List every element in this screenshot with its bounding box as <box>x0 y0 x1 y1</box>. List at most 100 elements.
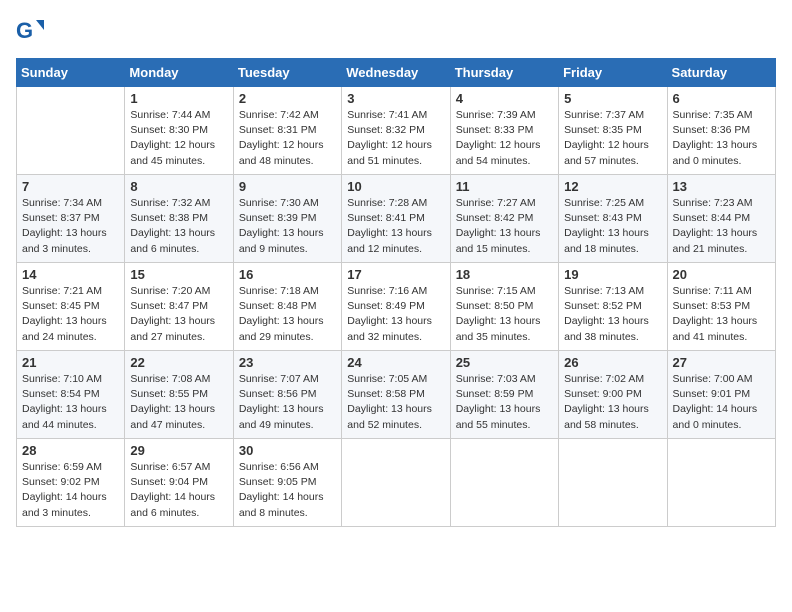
calendar-day-cell: 12 Sunrise: 7:25 AMSunset: 8:43 PMDayligh… <box>559 175 667 263</box>
day-info: Sunrise: 7:20 AMSunset: 8:47 PMDaylight:… <box>130 284 227 345</box>
day-number: 3 <box>347 91 444 106</box>
day-number: 16 <box>239 267 336 282</box>
calendar-day-cell: 13 Sunrise: 7:23 AMSunset: 8:44 PMDayligh… <box>667 175 775 263</box>
calendar-day-cell: 29 Sunrise: 6:57 AMSunset: 9:04 PMDayligh… <box>125 439 233 527</box>
calendar-day-cell <box>342 439 450 527</box>
day-number: 1 <box>130 91 227 106</box>
day-info: Sunrise: 7:11 AMSunset: 8:53 PMDaylight:… <box>673 284 770 345</box>
day-number: 12 <box>564 179 661 194</box>
calendar-day-cell: 30 Sunrise: 6:56 AMSunset: 9:05 PMDayligh… <box>233 439 341 527</box>
calendar-day-cell: 9 Sunrise: 7:30 AMSunset: 8:39 PMDaylight… <box>233 175 341 263</box>
calendar-day-cell: 3 Sunrise: 7:41 AMSunset: 8:32 PMDaylight… <box>342 87 450 175</box>
day-info: Sunrise: 7:27 AMSunset: 8:42 PMDaylight:… <box>456 196 553 257</box>
day-number: 6 <box>673 91 770 106</box>
day-number: 11 <box>456 179 553 194</box>
day-info: Sunrise: 7:21 AMSunset: 8:45 PMDaylight:… <box>22 284 119 345</box>
calendar-day-cell: 23 Sunrise: 7:07 AMSunset: 8:56 PMDayligh… <box>233 351 341 439</box>
day-number: 4 <box>456 91 553 106</box>
calendar-week-row: 1 Sunrise: 7:44 AMSunset: 8:30 PMDaylight… <box>17 87 776 175</box>
day-info: Sunrise: 7:10 AMSunset: 8:54 PMDaylight:… <box>22 372 119 433</box>
day-number: 13 <box>673 179 770 194</box>
weekday-header-cell: Saturday <box>667 59 775 87</box>
calendar-day-cell: 15Sunrise: 7:20 AMSunset: 8:47 PMDayligh… <box>125 263 233 351</box>
day-info: Sunrise: 7:34 AMSunset: 8:37 PMDaylight:… <box>22 196 119 257</box>
weekday-header-cell: Friday <box>559 59 667 87</box>
calendar-day-cell: 27Sunrise: 7:00 AMSunset: 9:01 PMDayligh… <box>667 351 775 439</box>
day-number: 18 <box>456 267 553 282</box>
calendar-day-cell: 4 Sunrise: 7:39 AMSunset: 8:33 PMDaylight… <box>450 87 558 175</box>
day-number: 22 <box>130 355 227 370</box>
day-number: 17 <box>347 267 444 282</box>
day-number: 8 <box>130 179 227 194</box>
day-info: Sunrise: 7:30 AMSunset: 8:39 PMDaylight:… <box>239 196 336 257</box>
page-header: G <box>16 16 776 44</box>
day-number: 20 <box>673 267 770 282</box>
calendar-day-cell <box>667 439 775 527</box>
calendar-day-cell: 8 Sunrise: 7:32 AMSunset: 8:38 PMDaylight… <box>125 175 233 263</box>
calendar-day-cell: 22 Sunrise: 7:08 AMSunset: 8:55 PMDayligh… <box>125 351 233 439</box>
calendar-day-cell: 14 Sunrise: 7:21 AMSunset: 8:45 PMDayligh… <box>17 263 125 351</box>
day-number: 14 <box>22 267 119 282</box>
weekday-header-cell: Wednesday <box>342 59 450 87</box>
day-info: Sunrise: 6:57 AMSunset: 9:04 PMDaylight:… <box>130 460 227 521</box>
logo: G <box>16 16 46 44</box>
logo-icon: G <box>16 16 44 44</box>
day-info: Sunrise: 7:44 AMSunset: 8:30 PMDaylight:… <box>130 108 227 169</box>
day-number: 19 <box>564 267 661 282</box>
weekday-header-row: SundayMondayTuesdayWednesdayThursdayFrid… <box>17 59 776 87</box>
day-info: Sunrise: 6:59 AMSunset: 9:02 PMDaylight:… <box>22 460 119 521</box>
day-info: Sunrise: 7:18 AMSunset: 8:48 PMDaylight:… <box>239 284 336 345</box>
calendar-day-cell <box>559 439 667 527</box>
svg-text:G: G <box>16 18 33 43</box>
day-info: Sunrise: 7:15 AMSunset: 8:50 PMDaylight:… <box>456 284 553 345</box>
day-number: 23 <box>239 355 336 370</box>
day-info: Sunrise: 7:05 AMSunset: 8:58 PMDaylight:… <box>347 372 444 433</box>
calendar-day-cell: 6 Sunrise: 7:35 AMSunset: 8:36 PMDaylight… <box>667 87 775 175</box>
day-number: 25 <box>456 355 553 370</box>
calendar-day-cell: 18 Sunrise: 7:15 AMSunset: 8:50 PMDayligh… <box>450 263 558 351</box>
calendar-day-cell <box>17 87 125 175</box>
day-info: Sunrise: 7:08 AMSunset: 8:55 PMDaylight:… <box>130 372 227 433</box>
day-info: Sunrise: 7:42 AMSunset: 8:31 PMDaylight:… <box>239 108 336 169</box>
day-info: Sunrise: 7:37 AMSunset: 8:35 PMDaylight:… <box>564 108 661 169</box>
day-info: Sunrise: 7:23 AMSunset: 8:44 PMDaylight:… <box>673 196 770 257</box>
calendar-day-cell: 10Sunrise: 7:28 AMSunset: 8:41 PMDayligh… <box>342 175 450 263</box>
day-info: Sunrise: 7:00 AMSunset: 9:01 PMDaylight:… <box>673 372 770 433</box>
calendar-week-row: 28Sunrise: 6:59 AMSunset: 9:02 PMDayligh… <box>17 439 776 527</box>
calendar-week-row: 14 Sunrise: 7:21 AMSunset: 8:45 PMDayligh… <box>17 263 776 351</box>
day-info: Sunrise: 7:16 AMSunset: 8:49 PMDaylight:… <box>347 284 444 345</box>
day-info: Sunrise: 7:35 AMSunset: 8:36 PMDaylight:… <box>673 108 770 169</box>
day-info: Sunrise: 7:39 AMSunset: 8:33 PMDaylight:… <box>456 108 553 169</box>
weekday-header-cell: Tuesday <box>233 59 341 87</box>
day-number: 7 <box>22 179 119 194</box>
calendar-day-cell: 17 Sunrise: 7:16 AMSunset: 8:49 PMDayligh… <box>342 263 450 351</box>
day-number: 24 <box>347 355 444 370</box>
day-number: 9 <box>239 179 336 194</box>
day-info: Sunrise: 7:02 AMSunset: 9:00 PMDaylight:… <box>564 372 661 433</box>
day-info: Sunrise: 7:07 AMSunset: 8:56 PMDaylight:… <box>239 372 336 433</box>
day-info: Sunrise: 7:32 AMSunset: 8:38 PMDaylight:… <box>130 196 227 257</box>
calendar-day-cell: 20 Sunrise: 7:11 AMSunset: 8:53 PMDayligh… <box>667 263 775 351</box>
day-number: 29 <box>130 443 227 458</box>
day-number: 21 <box>22 355 119 370</box>
day-number: 30 <box>239 443 336 458</box>
calendar-week-row: 21 Sunrise: 7:10 AMSunset: 8:54 PMDayligh… <box>17 351 776 439</box>
day-info: Sunrise: 7:41 AMSunset: 8:32 PMDaylight:… <box>347 108 444 169</box>
calendar-body: 1 Sunrise: 7:44 AMSunset: 8:30 PMDaylight… <box>17 87 776 527</box>
calendar-day-cell: 25Sunrise: 7:03 AMSunset: 8:59 PMDayligh… <box>450 351 558 439</box>
calendar-day-cell: 26 Sunrise: 7:02 AMSunset: 9:00 PMDayligh… <box>559 351 667 439</box>
day-info: Sunrise: 7:28 AMSunset: 8:41 PMDaylight:… <box>347 196 444 257</box>
calendar-day-cell: 16 Sunrise: 7:18 AMSunset: 8:48 PMDayligh… <box>233 263 341 351</box>
day-info: Sunrise: 6:56 AMSunset: 9:05 PMDaylight:… <box>239 460 336 521</box>
weekday-header-cell: Monday <box>125 59 233 87</box>
weekday-header-cell: Thursday <box>450 59 558 87</box>
day-number: 26 <box>564 355 661 370</box>
calendar-table: SundayMondayTuesdayWednesdayThursdayFrid… <box>16 58 776 527</box>
day-info: Sunrise: 7:25 AMSunset: 8:43 PMDaylight:… <box>564 196 661 257</box>
day-number: 2 <box>239 91 336 106</box>
calendar-day-cell: 11 Sunrise: 7:27 AMSunset: 8:42 PMDayligh… <box>450 175 558 263</box>
day-info: Sunrise: 7:13 AMSunset: 8:52 PMDaylight:… <box>564 284 661 345</box>
day-number: 5 <box>564 91 661 106</box>
calendar-day-cell <box>450 439 558 527</box>
calendar-day-cell: 5 Sunrise: 7:37 AMSunset: 8:35 PMDaylight… <box>559 87 667 175</box>
